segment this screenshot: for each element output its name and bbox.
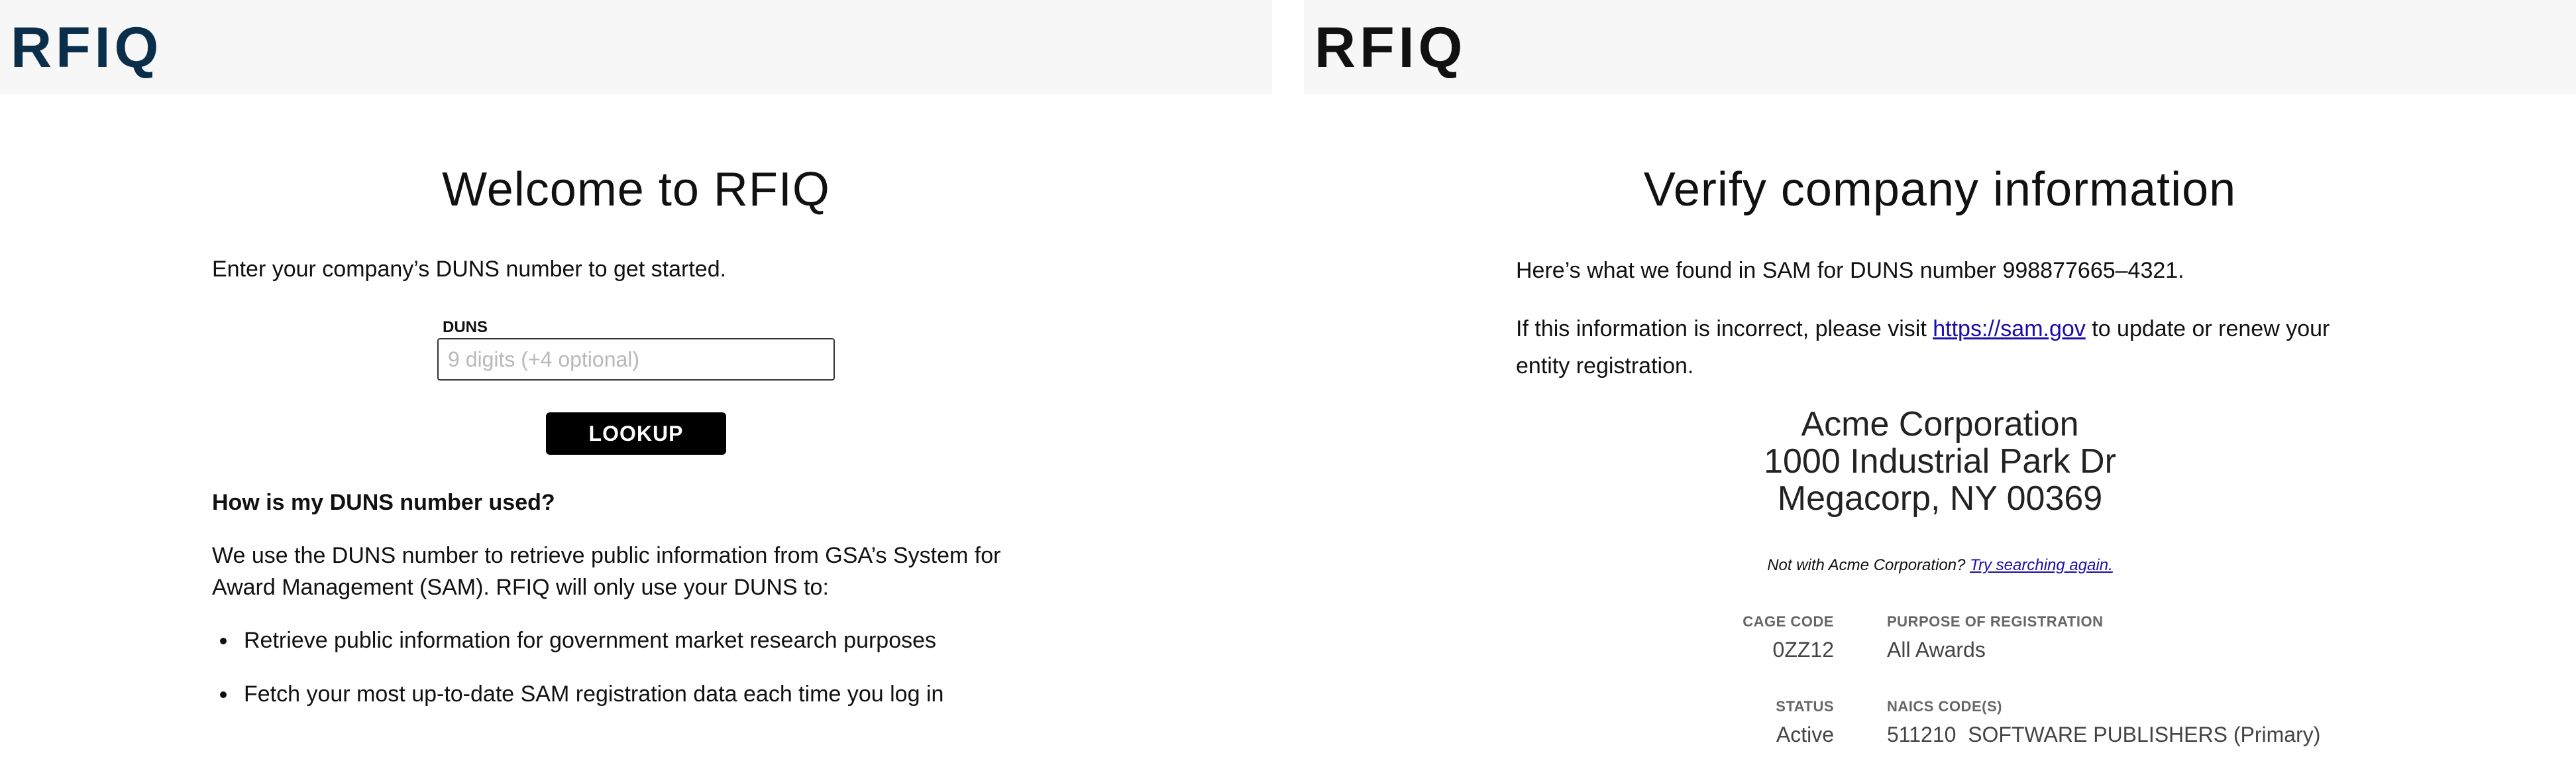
rfiq-logo[interactable]: RFIQ xyxy=(1315,15,1466,81)
welcome-panel: RFIQ Welcome to RFIQ Enter your company’… xyxy=(0,0,1272,769)
bullet-icon xyxy=(220,638,227,644)
duns-label: DUNS xyxy=(443,318,488,336)
page-title: Welcome to RFIQ xyxy=(442,163,830,216)
company-address-line-2: Megacorp, NY 00369 xyxy=(1777,479,2103,518)
list-item-text: Fetch your most up-to-date SAM registrat… xyxy=(244,681,944,707)
found-text: Here’s what we found in SAM for DUNS num… xyxy=(1516,258,2184,283)
list-item-text: Retrieve public information for governme… xyxy=(244,628,937,653)
incorrect-info-text: If this information is incorrect, please… xyxy=(1516,313,2330,345)
faq-heading: How is my DUNS number used? xyxy=(212,490,555,515)
list-item: Retrieve public information for governme… xyxy=(212,624,943,656)
verify-panel: RFIQ Verify company information Here’s w… xyxy=(1304,0,2576,769)
page-title: Verify company information xyxy=(1643,163,2237,216)
naics-value: 511210 SOFTWARE PUBLISHERS (Primary) xyxy=(1887,723,2321,746)
not-with-prefix: Not with Acme Corporation? xyxy=(1767,556,1966,574)
cage-code-label: CAGE CODE xyxy=(1743,613,1834,630)
duns-input[interactable] xyxy=(437,338,835,381)
bullet-icon xyxy=(220,691,227,698)
usage-list: Retrieve public information for governme… xyxy=(212,624,943,732)
company-name: Acme Corporation xyxy=(1801,405,2079,444)
incorrect-info-line-2: entity registration. xyxy=(1516,353,1694,379)
header-bar: RFIQ xyxy=(1304,0,2576,94)
lookup-button[interactable]: LOOKUP xyxy=(546,412,726,455)
faq-body-line-2: Award Management (SAM). RFIQ will only u… xyxy=(212,575,829,600)
list-item: Fetch your most up-to-date SAM registrat… xyxy=(212,678,943,710)
rfiq-logo[interactable]: RFIQ xyxy=(11,15,162,81)
cage-code-value: 0ZZ12 xyxy=(1772,638,1834,662)
status-value: Active xyxy=(1776,723,1834,746)
incorrect-suffix: to update or renew your xyxy=(2092,316,2330,341)
header-bar: RFIQ xyxy=(0,0,1272,94)
company-address-line-1: 1000 Industrial Park Dr xyxy=(1764,442,2116,481)
status-label: STATUS xyxy=(1776,698,1834,715)
purpose-value: All Awards xyxy=(1887,638,1986,662)
not-with-company-note: Not with Acme Corporation? Try searching… xyxy=(1304,554,2576,577)
purpose-label: PURPOSE OF REGISTRATION xyxy=(1887,613,2104,630)
faq-body-line-1: We use the DUNS number to retrieve publi… xyxy=(212,543,1001,568)
incorrect-prefix: If this information is incorrect, please… xyxy=(1516,316,1927,341)
naics-label: NAICS CODE(S) xyxy=(1887,698,2002,715)
try-searching-again-link[interactable]: Try searching again. xyxy=(1970,556,2113,574)
intro-text: Enter your company’s DUNS number to get … xyxy=(212,257,727,282)
sam-gov-link[interactable]: https://sam.gov xyxy=(1933,316,2086,341)
